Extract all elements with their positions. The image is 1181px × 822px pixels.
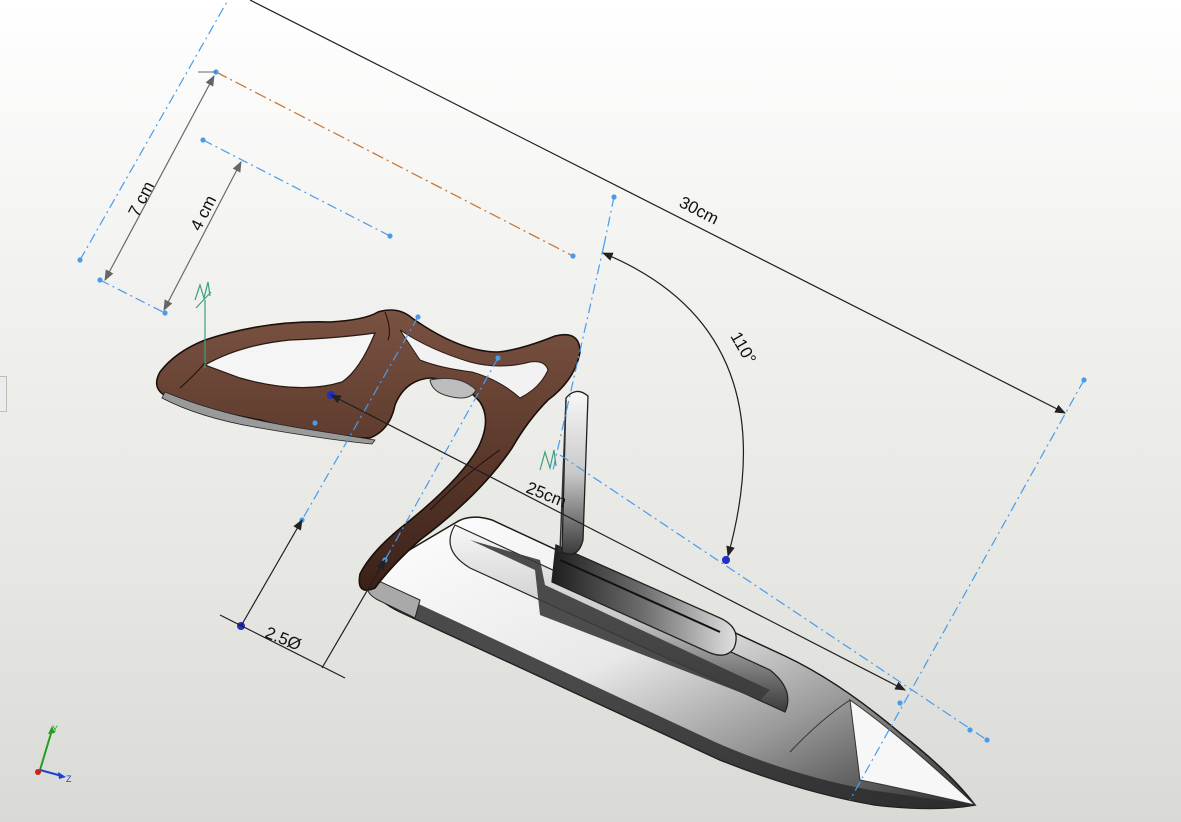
orange-centerline <box>215 71 574 257</box>
model-scene: 30cm 110° 25cm 2.5Ø 7 cm 4 cm <box>77 0 1087 810</box>
inner-offset-label: 4 cm <box>187 192 221 233</box>
dimension-blade-angle[interactable]: 110° <box>602 252 760 558</box>
ring-diameter-label: 2.5Ø <box>263 623 304 654</box>
dimension-inner-offset[interactable]: 4 cm <box>163 161 242 311</box>
view-triad-icon[interactable]: Y Z <box>28 722 78 784</box>
outer-offset-label: 7 cm <box>125 178 159 219</box>
triad-z-label: Z <box>66 774 72 784</box>
overall-length-label: 30cm <box>676 193 722 229</box>
dimension-ring-diameter[interactable]: 2.5Ø <box>219 519 386 679</box>
triad-y-label: Y <box>52 724 58 734</box>
dimension-outer-offset[interactable]: 7 cm <box>104 71 216 281</box>
cad-graphics-area[interactable]: 30cm 110° 25cm 2.5Ø 7 cm 4 cm Y Z <box>0 0 1181 822</box>
blade[interactable] <box>360 390 977 810</box>
blade-angle-label: 110° <box>727 329 760 368</box>
